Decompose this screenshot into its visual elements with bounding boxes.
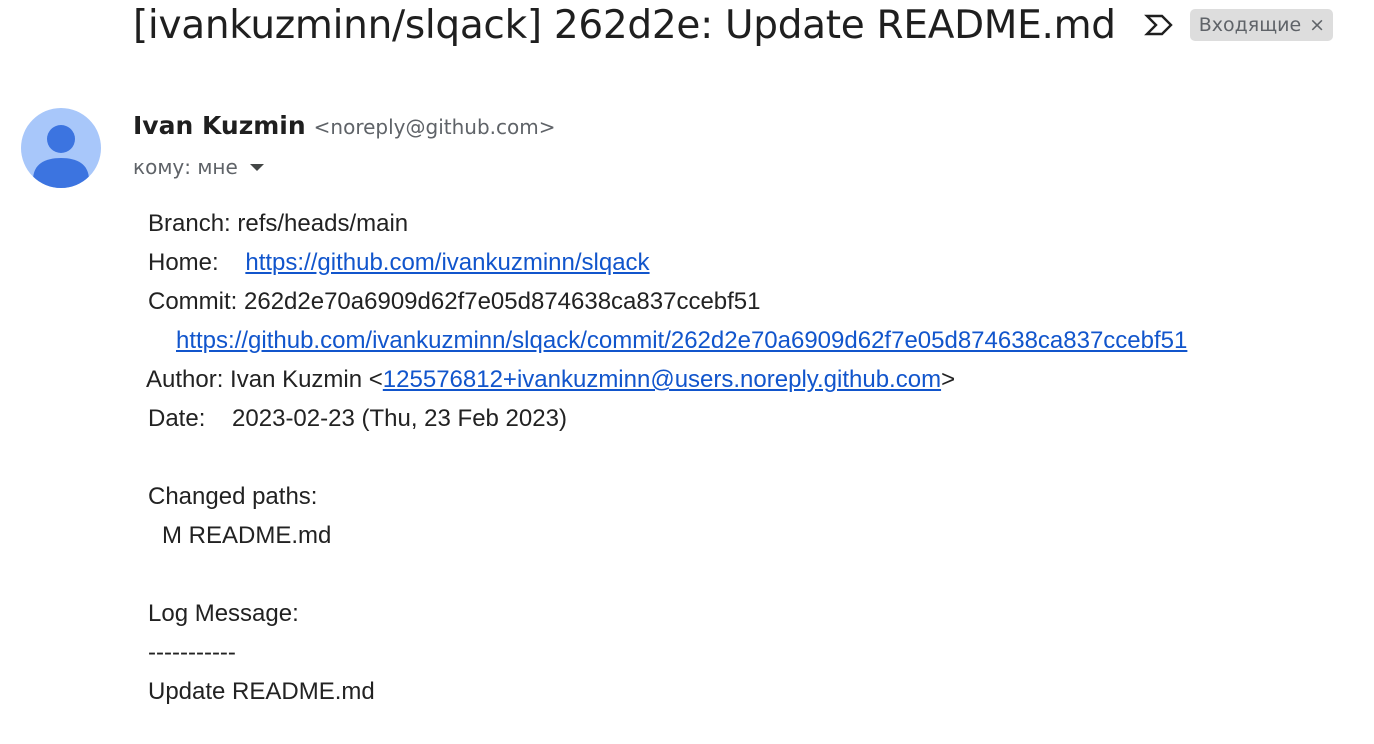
author-line: Author: Ivan Kuzmin <125576812+ivankuzmi… (146, 365, 955, 395)
caret-down-icon[interactable] (249, 163, 264, 171)
author-prefix: Author: Ivan Kuzmin < (146, 366, 383, 393)
recipient-text: кому: мне (133, 155, 238, 179)
log-message-label: Log Message: (148, 600, 299, 627)
sender-row: Ivan Kuzmin <noreply@github.com> (133, 111, 556, 140)
label-chip-text[interactable]: Входящие (1199, 14, 1301, 36)
home-label: Home: (148, 249, 219, 276)
label-chip-inbox[interactable]: Входящие × (1189, 9, 1334, 41)
author-suffix: > (941, 366, 956, 393)
commit-url-line: https://github.com/ivankuzminn/slqack/co… (176, 326, 1187, 356)
remove-label-button[interactable]: × (1309, 14, 1325, 36)
sender-name[interactable]: Ivan Kuzmin (133, 111, 306, 140)
author-email-link[interactable]: 125576812+ivankuzminn@users.noreply.gith… (383, 366, 941, 393)
separator-line: ----------- (148, 639, 236, 666)
sender-email: <noreply@github.com> (313, 115, 556, 139)
home-line: Home: https://github.com/ivankuzminn/slq… (148, 248, 650, 278)
date-value: 2023-02-23 (Thu, 23 Feb 2023) (232, 405, 567, 432)
changed-path-item: M README.md (162, 522, 332, 549)
date-line: Date: 2023-02-23 (Thu, 23 Feb 2023) (148, 404, 567, 434)
changed-paths-label: Changed paths: (148, 483, 318, 510)
email-header: [ivankuzminn/slqack] 262d2e: Update READ… (133, 0, 1334, 50)
date-label: Date: (148, 405, 206, 432)
commit-line: Commit: 262d2e70a6909d62f7e05d874638ca83… (148, 288, 761, 315)
important-marker-icon[interactable] (1142, 13, 1176, 37)
default-avatar-icon (21, 108, 101, 188)
branch-line: Branch: refs/heads/main (148, 210, 409, 237)
home-link[interactable]: https://github.com/ivankuzminn/slqack (245, 249, 649, 276)
recipient-row: кому: мне (133, 155, 264, 179)
email-subject: [ivankuzminn/slqack] 262d2e: Update READ… (133, 2, 1116, 48)
commit-link[interactable]: https://github.com/ivankuzminn/slqack/co… (176, 327, 1187, 354)
log-message-text: Update README.md (148, 678, 375, 705)
